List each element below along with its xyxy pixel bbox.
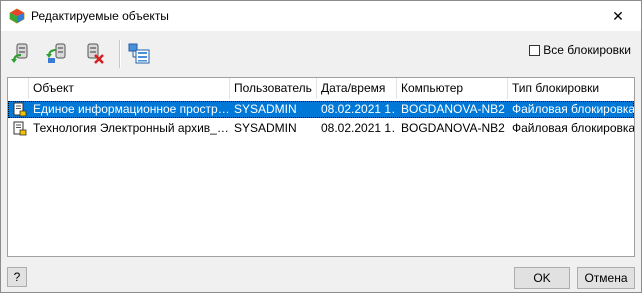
document-lock-icon xyxy=(13,121,27,136)
header-lock-type[interactable]: Тип блокировки xyxy=(508,78,634,99)
cell-datetime: 08.02.2021 1… xyxy=(321,121,396,135)
all-locks-label: Все блокировки xyxy=(543,43,631,57)
header-computer[interactable]: Компьютер xyxy=(397,78,508,99)
cell-user: SYSADMIN xyxy=(234,121,297,135)
ok-button[interactable]: OK xyxy=(514,267,570,289)
unlock-button[interactable] xyxy=(7,39,35,67)
delete-lock-icon xyxy=(87,43,104,64)
cell-lock-type: Файловая блокировка xyxy=(512,102,634,116)
unlock-green-arrow-icon xyxy=(11,43,28,63)
cell-object: Единое информационное простр… xyxy=(33,102,228,116)
close-icon: ✕ xyxy=(612,7,624,24)
delete-lock-button[interactable] xyxy=(81,39,109,67)
help-icon: ? xyxy=(13,270,21,284)
structure-tree-icon xyxy=(128,43,150,64)
app-logo-icon xyxy=(9,8,25,24)
locks-table[interactable]: Объект Пользователь Дата/время Компьютер… xyxy=(7,77,635,257)
cell-object: Технология Электронный архив_… xyxy=(33,121,228,135)
table-row[interactable]: Единое информационное простр… SYSADMIN 0… xyxy=(8,101,634,118)
cell-datetime: 08.02.2021 1… xyxy=(321,102,396,116)
cell-user: SYSADMIN xyxy=(234,102,297,116)
table-header: Объект Пользователь Дата/время Компьютер… xyxy=(8,78,634,99)
dialog-window: Редактируемые объекты ✕ Все блокировки О… xyxy=(0,0,642,293)
table-row[interactable]: Технология Электронный архив_… SYSADMIN … xyxy=(8,120,634,137)
header-object[interactable]: Объект xyxy=(29,78,230,99)
unlock-all-icon xyxy=(46,43,66,63)
header-icon-column[interactable] xyxy=(8,78,29,99)
header-datetime[interactable]: Дата/время xyxy=(317,78,397,99)
document-lock-icon xyxy=(13,102,27,117)
structure-button[interactable] xyxy=(125,39,153,67)
toolbar: Все блокировки xyxy=(1,32,641,73)
all-locks-checkbox-group[interactable]: Все блокировки xyxy=(529,43,631,57)
close-button[interactable]: ✕ xyxy=(595,1,641,31)
cell-computer: BOGDANOVA-NB2 xyxy=(401,102,505,116)
cell-lock-type: Файловая блокировка xyxy=(512,121,634,135)
cell-computer: BOGDANOVA-NB2 xyxy=(401,121,505,135)
help-button[interactable]: ? xyxy=(7,267,27,287)
window-title: Редактируемые объекты xyxy=(31,9,169,23)
toolbar-separator xyxy=(119,40,121,68)
all-locks-checkbox[interactable] xyxy=(529,44,541,56)
title-bar: Редактируемые объекты ✕ xyxy=(1,1,641,31)
cancel-button[interactable]: Отмена xyxy=(577,267,635,289)
unlock-all-button[interactable] xyxy=(43,39,71,67)
header-user[interactable]: Пользователь xyxy=(230,78,317,99)
